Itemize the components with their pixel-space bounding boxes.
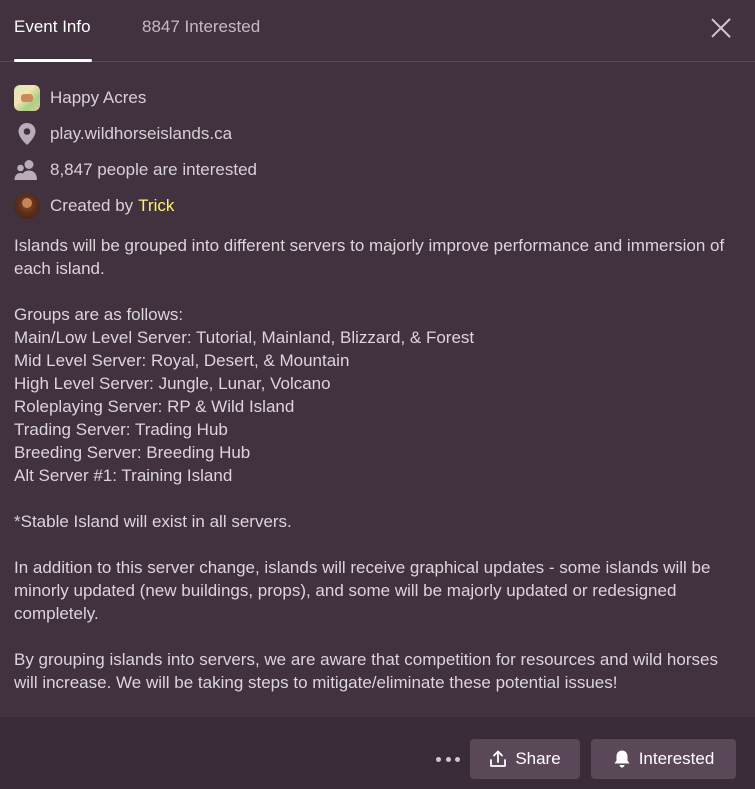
server-name: Happy Acres <box>50 88 147 107</box>
group-line: Alt Server #1: Training Island <box>14 466 233 485</box>
description-updates: In addition to this server change, islan… <box>14 558 711 623</box>
share-label: Share <box>515 749 561 768</box>
share-button[interactable]: Share <box>470 739 580 779</box>
interested-row: 8,847 people are interested <box>14 152 257 188</box>
tab-bar: Event Info 8847 Interested <box>0 0 755 62</box>
group-line: Breeding Server: Breeding Hub <box>14 443 251 462</box>
tab-interested[interactable]: 8847 Interested <box>142 17 260 37</box>
location-text: play.wildhorseislands.ca <box>50 124 233 143</box>
share-icon <box>489 750 507 768</box>
people-icon <box>14 157 40 183</box>
creator-name-link[interactable]: Trick <box>138 196 174 216</box>
tab-event-info[interactable]: Event Info <box>14 17 92 62</box>
groups-heading: Groups are as follows: <box>14 305 184 324</box>
group-line: Trading Server: Trading Hub <box>14 420 228 439</box>
creator-row: Created by Trick <box>14 188 257 224</box>
description-closing: By grouping islands into servers, we are… <box>14 650 718 692</box>
group-line: High Level Server: Jungle, Lunar, Volcan… <box>14 374 331 393</box>
description-intro: Islands will be grouped into different s… <box>14 236 725 278</box>
created-by-label: Created by <box>50 196 134 215</box>
location-row: play.wildhorseislands.ca <box>14 116 257 152</box>
modal-footer: Share Interested <box>0 717 755 789</box>
description-note: *Stable Island will exist in all servers… <box>14 512 292 531</box>
location-pin-icon <box>14 121 40 147</box>
bell-icon <box>613 749 631 769</box>
group-line: Mid Level Server: Royal, Desert, & Mount… <box>14 351 350 370</box>
group-line: Main/Low Level Server: Tutorial, Mainlan… <box>14 328 475 347</box>
close-icon[interactable] <box>707 14 735 42</box>
server-row: Happy Acres <box>14 80 257 116</box>
event-meta: Happy Acres play.wildhorseislands.ca 8,8… <box>14 80 257 224</box>
event-description: Islands will be grouped into different s… <box>14 234 740 717</box>
server-thumbnail-icon <box>14 85 40 111</box>
group-line: Roleplaying Server: RP & Wild Island <box>14 397 295 416</box>
groups-list: Groups are as follows: Main/Low Level Se… <box>14 303 740 487</box>
interested-label: Interested <box>638 749 715 768</box>
interested-count: 8,847 people are interested <box>50 160 257 179</box>
more-options-icon[interactable] <box>436 757 460 763</box>
creator-avatar[interactable] <box>14 193 40 219</box>
interested-button[interactable]: Interested <box>591 739 736 779</box>
